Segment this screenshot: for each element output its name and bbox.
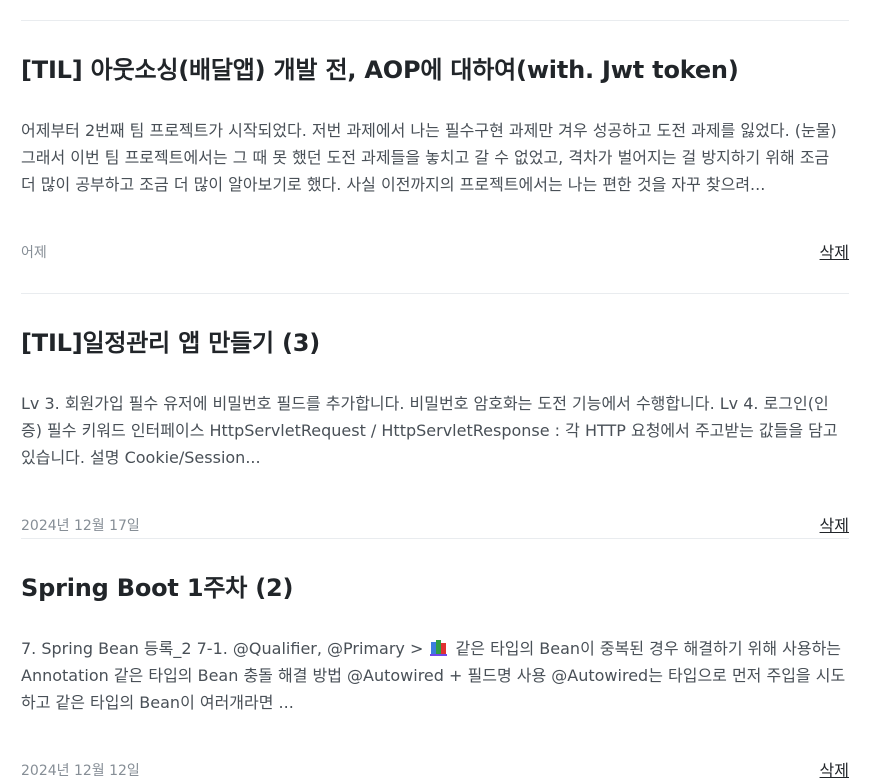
excerpt-text: 7. Spring Bean 등록_2 7-1. @Qualifier, @Pr… <box>21 639 429 658</box>
post-date: 2024년 12월 12일 <box>21 763 140 779</box>
post-title[interactable]: Spring Boot 1주차 (2) <box>21 573 294 603</box>
post-excerpt[interactable]: 어제부터 2번째 팀 프로젝트가 시작되었다. 저번 과제에서 나는 필수구현 … <box>21 117 849 198</box>
post-title[interactable]: [TIL]일정관리 앱 만들기 (3) <box>21 328 320 358</box>
books-emoji-icon <box>430 640 448 656</box>
post-list: [TIL] 아웃소싱(배달앱) 개발 전, AOP에 대하여(with. Jwt… <box>21 0 849 783</box>
post-excerpt[interactable]: 7. Spring Bean 등록_2 7-1. @Qualifier, @Pr… <box>21 635 849 716</box>
post-excerpt[interactable]: Lv 3. 회원가입 필수 유저에 비밀번호 필드를 추가합니다. 비밀번호 암… <box>21 390 849 471</box>
delete-button[interactable]: 삭제 <box>820 515 849 537</box>
post-title[interactable]: [TIL] 아웃소싱(배달앱) 개발 전, AOP에 대하여(with. Jwt… <box>21 55 739 85</box>
delete-button[interactable]: 삭제 <box>820 242 849 264</box>
post-date: 어제 <box>21 245 47 261</box>
delete-button[interactable]: 삭제 <box>820 760 849 782</box>
post-card: [TIL]일정관리 앱 만들기 (3) Lv 3. 회원가입 필수 유저에 비밀… <box>21 294 849 538</box>
post-date: 2024년 12월 17일 <box>21 518 140 534</box>
post-card: Spring Boot 1주차 (2) 7. Spring Bean 등록_2 … <box>21 539 849 783</box>
post-card: [TIL] 아웃소싱(배달앱) 개발 전, AOP에 대하여(with. Jwt… <box>21 21 849 265</box>
